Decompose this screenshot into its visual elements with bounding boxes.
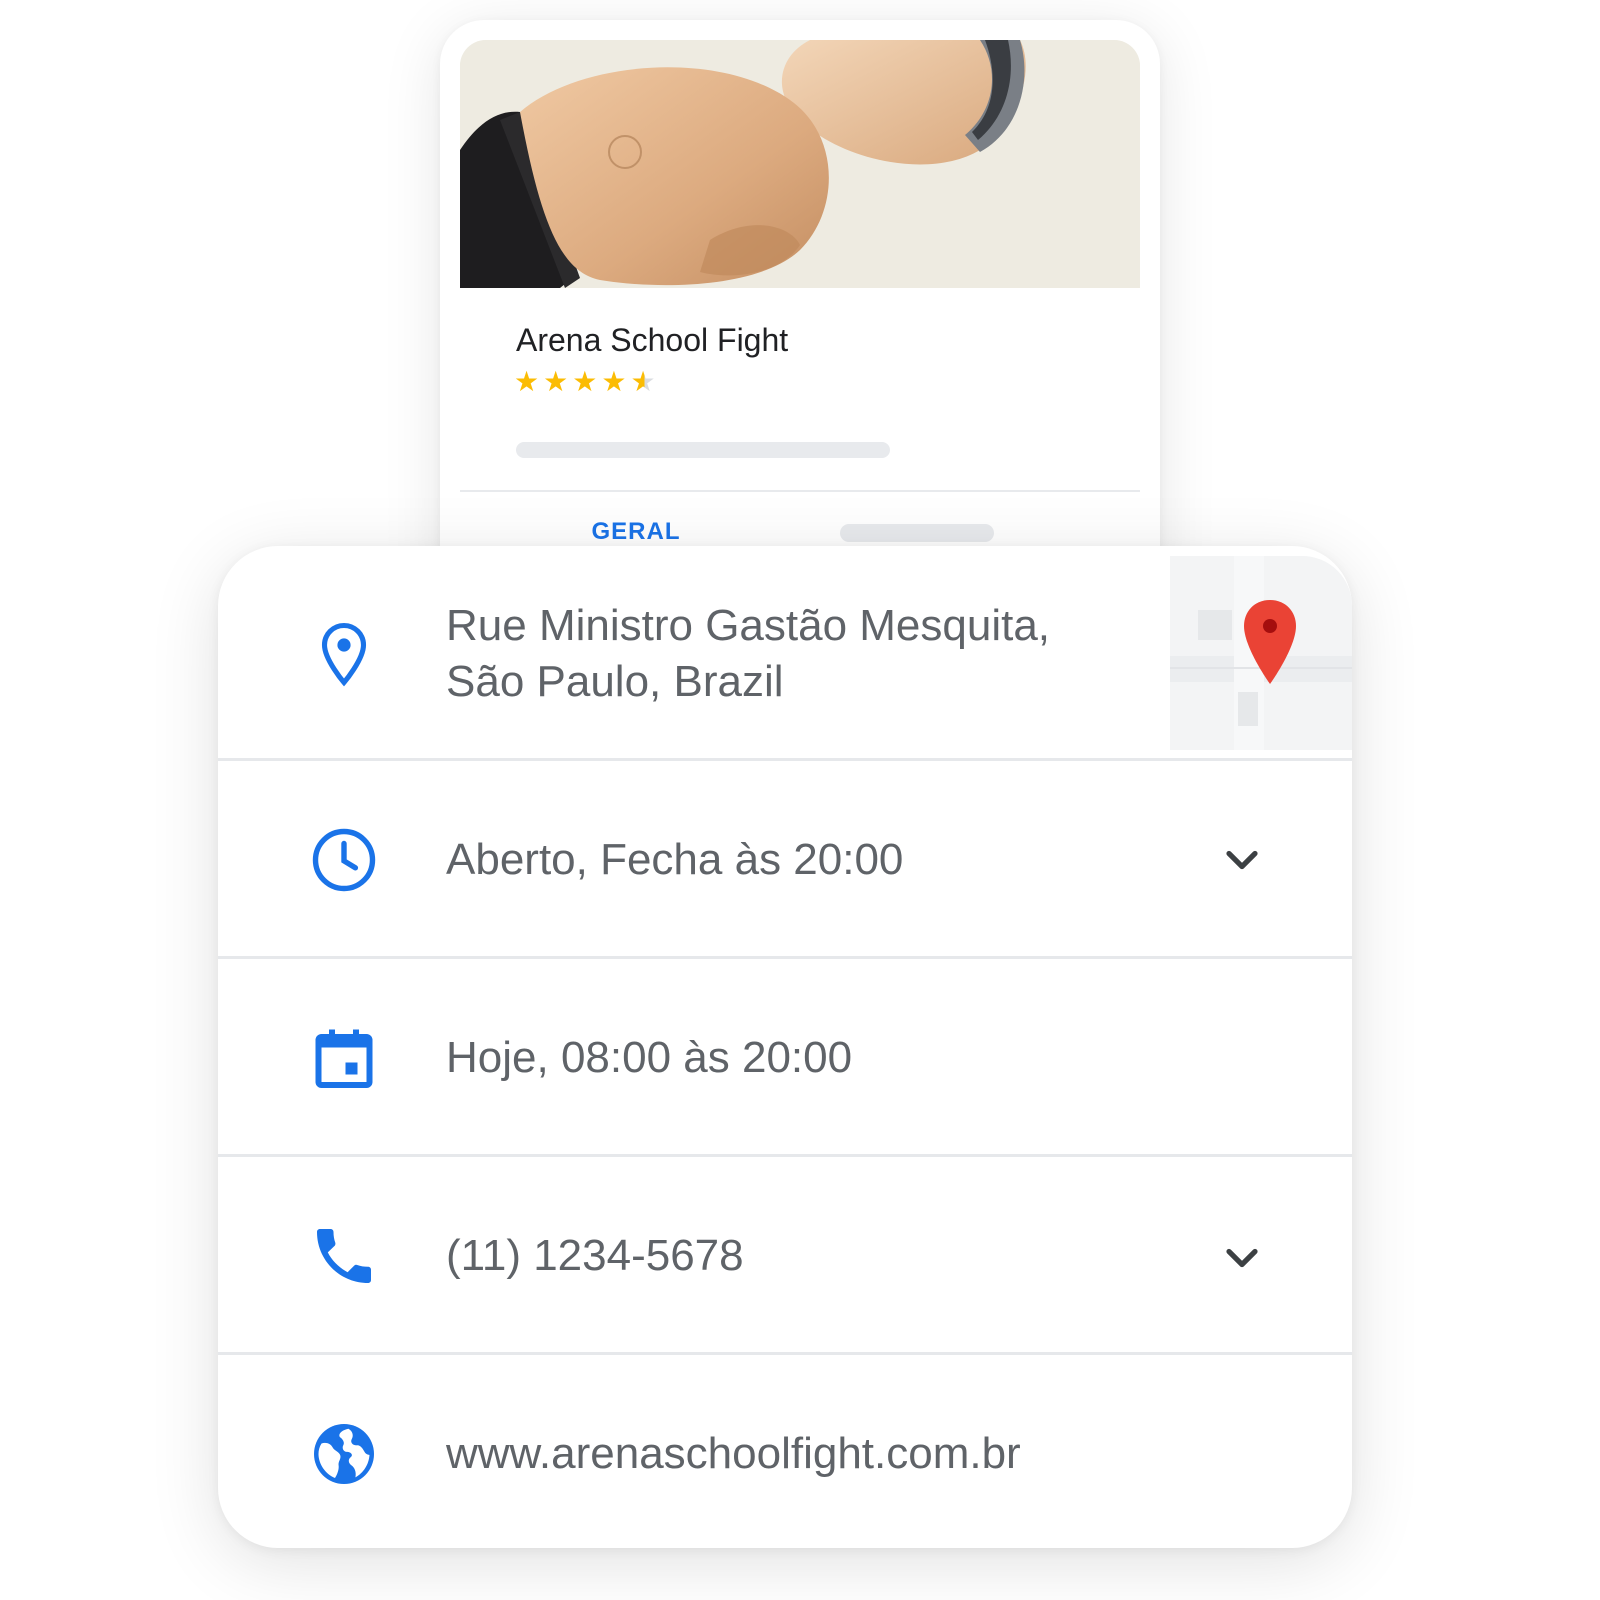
website-row[interactable]: www.arenaschoolfight.com.br	[218, 1355, 1352, 1548]
hours-row[interactable]: Aberto, Fecha às 20:00	[218, 761, 1352, 959]
business-profile-card: Arena School Fight ★ ★ ★ ★ ★ GERAL	[440, 20, 1160, 620]
boxing-gloves-image	[460, 40, 1140, 288]
placeholder-bar	[516, 442, 890, 458]
tabs-divider	[460, 490, 1140, 492]
chevron-down-icon[interactable]	[1216, 1232, 1268, 1284]
address-line-1: Rue Ministro Gastão Mesquita,	[446, 601, 1051, 650]
address-line-2: São Paulo, Brazil	[446, 657, 784, 706]
today-hours-row[interactable]: Hoje, 08:00 às 20:00	[218, 959, 1352, 1157]
globe-icon	[314, 1424, 374, 1484]
rating-stars: ★ ★ ★ ★ ★	[514, 368, 656, 396]
star-icon: ★	[572, 366, 598, 397]
today-hours-text: Hoje, 08:00 às 20:00	[446, 1033, 853, 1082]
phone-text: (11) 1234-5678	[446, 1231, 744, 1280]
star-icon: ★	[543, 366, 569, 397]
map-thumbnail[interactable]	[1170, 556, 1352, 750]
chevron-down-icon[interactable]	[1216, 834, 1268, 886]
business-info-panel: Rue Ministro Gastão Mesquita, São Paulo,…	[218, 546, 1352, 1548]
clock-icon	[312, 828, 376, 892]
website-text: www.arenaschoolfight.com.br	[446, 1429, 1021, 1478]
tab-geral[interactable]: GERAL	[568, 518, 704, 546]
calendar-icon	[315, 1029, 373, 1088]
address-text: Rue Ministro Gastão Mesquita, São Paulo,…	[446, 598, 1050, 710]
location-pin-icon	[321, 622, 367, 687]
phone-icon	[317, 1229, 371, 1283]
star-icon: ★	[601, 366, 627, 397]
star-icon: ★	[514, 366, 540, 397]
business-name: Arena School Fight	[516, 322, 789, 358]
half-star-icon: ★	[630, 366, 656, 397]
business-photo[interactable]	[460, 40, 1140, 288]
map-preview	[1170, 556, 1352, 750]
page: Arena School Fight ★ ★ ★ ★ ★ GERAL Rue M…	[0, 0, 1600, 1600]
hours-text: Aberto, Fecha às 20:00	[446, 835, 904, 884]
address-row[interactable]: Rue Ministro Gastão Mesquita, São Paulo,…	[218, 546, 1352, 761]
tab-placeholder[interactable]	[840, 524, 994, 542]
phone-row[interactable]: (11) 1234-5678	[218, 1157, 1352, 1355]
